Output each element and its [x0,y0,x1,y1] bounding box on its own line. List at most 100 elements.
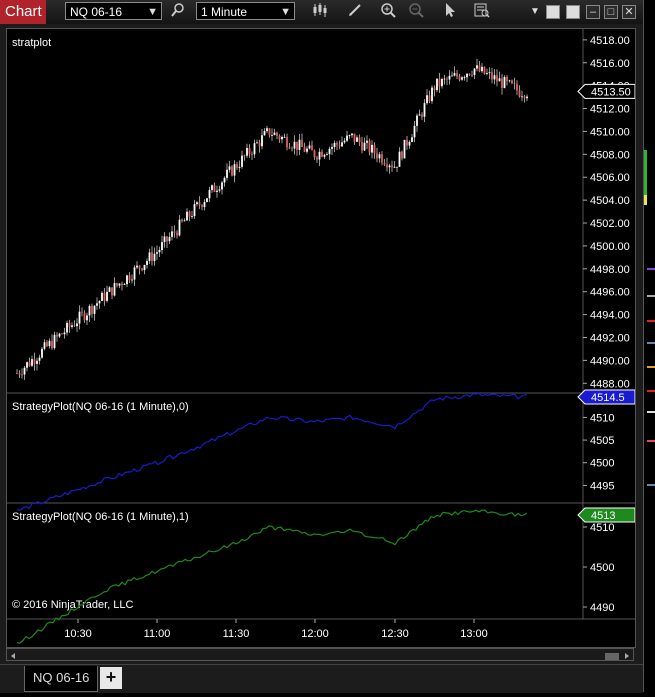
candle-body [141,268,143,271]
y-tick-label: 4492.00 [590,332,630,344]
candle-body [21,374,23,376]
search-icon[interactable] [168,2,188,22]
candle-body [23,367,26,375]
candle-body [276,132,278,136]
data-box-icon[interactable] [472,2,492,22]
y-tick-label: 4508.00 [590,149,630,161]
candle-body [261,135,263,147]
candle-body [388,165,391,168]
candle-body [301,139,303,147]
candle-body [443,78,446,80]
candle-body [476,65,478,69]
candle-body [308,145,311,149]
candle-body [401,151,403,159]
candle-body [26,362,28,368]
y-tick-label: 4504.00 [590,195,630,207]
close-icon[interactable]: ✕ [622,5,636,19]
candle-body [216,190,218,192]
dropdown-icon[interactable]: ▼ [525,2,545,22]
horizontal-scrollbar[interactable] [6,648,634,661]
candle-body [76,323,78,327]
chevron-down-icon: ▼ [147,6,158,18]
candle-body [256,142,258,144]
candle-body [416,115,418,126]
tab-nq-06-16[interactable]: NQ 06-16 [24,666,98,692]
candle-body [33,359,36,364]
candle-body [283,136,286,138]
candle-body [61,333,63,335]
candle-body [513,83,516,85]
candle-body [161,242,163,250]
candle-body [278,135,281,140]
candle-body [101,292,103,301]
candle-body [53,334,56,349]
pointer-icon[interactable] [440,2,460,22]
candle-body [486,73,488,74]
candle-body [46,342,48,347]
candle-body [481,66,483,72]
candle-body [353,133,356,142]
candle-body [123,284,126,286]
pin-icon[interactable] [546,5,560,19]
candle-body [103,292,106,301]
candle-body [121,283,123,286]
plot1-panel-label: StrategyPlot(NQ 06-16 (1 Minute),1) [12,511,189,523]
tile-icon[interactable] [566,5,580,19]
candle-body [213,185,216,192]
candle-body [338,144,341,147]
candle-body [58,333,61,337]
candle-body [218,189,221,191]
candle-body [361,142,363,151]
candle-body [316,157,318,160]
y-tick-label: 4495 [590,480,614,492]
candle-body [228,166,231,170]
candle-body [333,142,336,147]
draw-tool-icon[interactable] [345,2,365,22]
candle-body [78,311,81,324]
side-window-strip [644,0,655,692]
candle-body [293,141,296,149]
candle-body [196,202,198,205]
chart-canvas[interactable]: stratplot StrategyPlot(NQ 06-16 (1 Minut… [7,29,636,647]
maximize-icon[interactable]: □ [604,5,618,19]
x-tick-label: 10:30 [64,628,92,640]
window-title: Chart [0,0,46,24]
candle-body [93,305,96,314]
candle-body [373,144,376,154]
candle-body [31,359,33,366]
candle-body [378,154,381,159]
instrument-selector[interactable]: NQ 06-16 ▼ [65,2,162,20]
candle-body [386,164,388,168]
candle-body [246,147,248,156]
candle-body [226,169,228,178]
add-tab-button[interactable]: + [100,667,122,689]
candle-body [418,114,421,116]
candle-body [91,306,93,314]
candle-body [173,231,176,233]
y-tick-label: 4498.00 [590,264,630,276]
zoom-in-icon[interactable] [378,2,398,22]
candle-body [298,139,301,150]
candle-body [381,154,383,163]
tab-bar: NQ 06-16 + [0,664,643,693]
candle-body [436,78,438,91]
candle-body [156,252,158,254]
minimize-icon[interactable]: – [586,5,600,19]
candle-body [426,95,428,104]
zoom-out-icon[interactable] [406,2,426,22]
candle-body [408,141,411,146]
y-tick-label: 4506.00 [590,172,630,184]
interval-selector[interactable]: 1 Minute ▼ [196,2,295,20]
candle-body [268,128,271,136]
y-tick-label: 4500 [590,458,614,470]
candle-body [348,135,351,136]
candle-body [16,373,18,374]
candle-body [478,65,481,72]
candle-body [358,137,361,143]
candle-body [421,114,423,117]
chart-area[interactable]: stratplot StrategyPlot(NQ 06-16 (1 Minut… [6,28,636,648]
chart-window: Chart NQ 06-16 ▼ 1 Minute ▼ ▼ – □ ✕ stra… [0,0,644,693]
candle-body [113,283,116,296]
candlestick-style-icon[interactable] [310,2,330,22]
candle-body [313,150,316,158]
